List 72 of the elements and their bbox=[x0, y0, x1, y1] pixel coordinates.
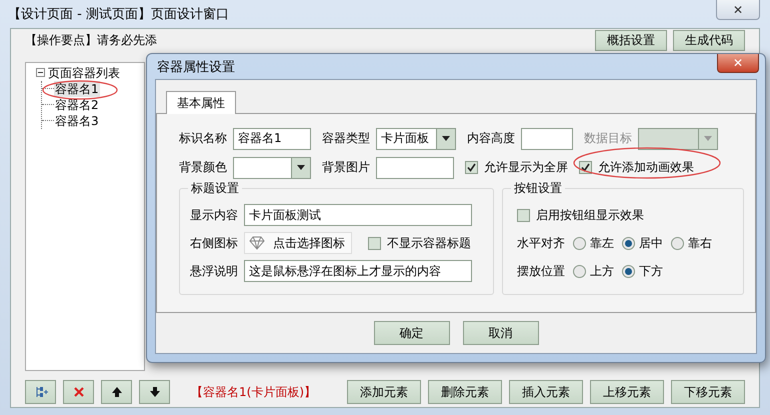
caret-icon bbox=[704, 136, 712, 141]
checkbox-label: 允许添加动画效果 bbox=[598, 159, 694, 176]
check-icon bbox=[581, 163, 590, 172]
checkbox-label: 不显示容器标题 bbox=[387, 234, 471, 252]
icon-picker[interactable]: 点击选择图标 bbox=[244, 232, 352, 254]
tool-button[interactable] bbox=[101, 380, 132, 404]
collapse-toggle-icon[interactable] bbox=[36, 68, 45, 78]
radio-label: 靠右 bbox=[688, 234, 712, 252]
dropdown[interactable] bbox=[233, 156, 311, 178]
checkbox[interactable] bbox=[368, 236, 381, 250]
caret-icon bbox=[442, 136, 450, 141]
close-icon bbox=[72, 385, 86, 400]
close-button[interactable]: ✕ bbox=[716, 0, 760, 20]
action-button[interactable]: 上移元素 bbox=[590, 380, 664, 404]
toolbar-button[interactable]: 生成代码 bbox=[673, 30, 745, 52]
tree-item[interactable]: 容器名2 bbox=[54, 96, 100, 113]
radio-label: 靠左 bbox=[590, 234, 614, 252]
tree-item[interactable]: 容器名3 bbox=[54, 112, 100, 129]
radio-button[interactable] bbox=[573, 264, 586, 278]
action-button[interactable]: 添加元素 bbox=[347, 380, 421, 404]
diamond-icon bbox=[249, 236, 265, 250]
down-arrow-icon bbox=[148, 385, 162, 400]
text-field[interactable] bbox=[376, 156, 454, 178]
field-label: 标识名称 bbox=[179, 130, 227, 147]
icon-picker-text: 点击选择图标 bbox=[273, 234, 345, 252]
field-label: 背景颜色 bbox=[179, 159, 227, 176]
toolbar-button[interactable]: 概括设置 bbox=[595, 30, 667, 52]
dialog-button[interactable]: 确定 bbox=[374, 321, 450, 345]
checkbox-label: 允许显示为全屏 bbox=[484, 159, 568, 176]
checkbox[interactable] bbox=[465, 161, 478, 174]
dropdown[interactable]: 卡片面板 bbox=[376, 128, 456, 150]
status-text: 【容器名1(卡片面板)】 bbox=[191, 384, 317, 401]
dialog-button[interactable]: 取消 bbox=[462, 321, 538, 345]
dialog-title: 容器属性设置 bbox=[157, 58, 235, 76]
check-icon bbox=[467, 163, 476, 172]
field-label: 显示内容 bbox=[190, 206, 238, 224]
text-field[interactable]: 容器名1 bbox=[233, 128, 311, 150]
field-label: 水平对齐 bbox=[517, 234, 565, 252]
radio-button[interactable] bbox=[622, 236, 635, 250]
action-button[interactable]: 删除元素 bbox=[428, 380, 502, 404]
text-field[interactable]: 卡片面板测试 bbox=[244, 204, 472, 226]
radio-label: 上方 bbox=[590, 262, 614, 280]
checkbox-label: 启用按钮组显示效果 bbox=[536, 206, 644, 224]
radio-label: 居中 bbox=[639, 234, 663, 252]
field-label: 背景图片 bbox=[322, 159, 370, 176]
radio-button[interactable] bbox=[671, 236, 684, 250]
field-label: 摆放位置 bbox=[517, 262, 565, 280]
tab[interactable]: 基本属性 bbox=[166, 91, 236, 114]
checkbox[interactable] bbox=[517, 208, 530, 222]
tool-button[interactable] bbox=[139, 380, 170, 404]
up-arrow-icon bbox=[110, 385, 124, 400]
caret-icon bbox=[297, 165, 305, 170]
field-label: 悬浮说明 bbox=[190, 262, 238, 280]
window-title: 【设计页面 - 测试页面】页面设计窗口 bbox=[8, 6, 229, 23]
action-button[interactable]: 插入元素 bbox=[509, 380, 583, 404]
text-field[interactable] bbox=[521, 128, 573, 150]
radio-button[interactable] bbox=[573, 236, 586, 250]
action-button[interactable]: 下移元素 bbox=[671, 380, 745, 404]
checkbox[interactable] bbox=[579, 161, 592, 174]
group-title: 标题设置 bbox=[188, 180, 242, 197]
radio-button[interactable] bbox=[622, 264, 635, 278]
field-label: 容器类型 bbox=[322, 130, 370, 147]
field-label: 内容高度 bbox=[467, 130, 515, 147]
radio-label: 下方 bbox=[639, 262, 663, 280]
instruction-text: 【操作要点】请务必先添 bbox=[25, 32, 158, 50]
text-field[interactable]: 这是鼠标悬浮在图标上才显示的内容 bbox=[244, 260, 472, 282]
group-title: 按钮设置 bbox=[511, 180, 565, 197]
field-label: 右侧图标 bbox=[190, 234, 238, 252]
field-label: 数据目标 bbox=[584, 130, 632, 147]
tree-item[interactable]: 容器名1 bbox=[54, 80, 100, 97]
hierarchy-icon bbox=[34, 385, 48, 400]
tree-item[interactable]: 页面容器列表 bbox=[48, 64, 120, 81]
